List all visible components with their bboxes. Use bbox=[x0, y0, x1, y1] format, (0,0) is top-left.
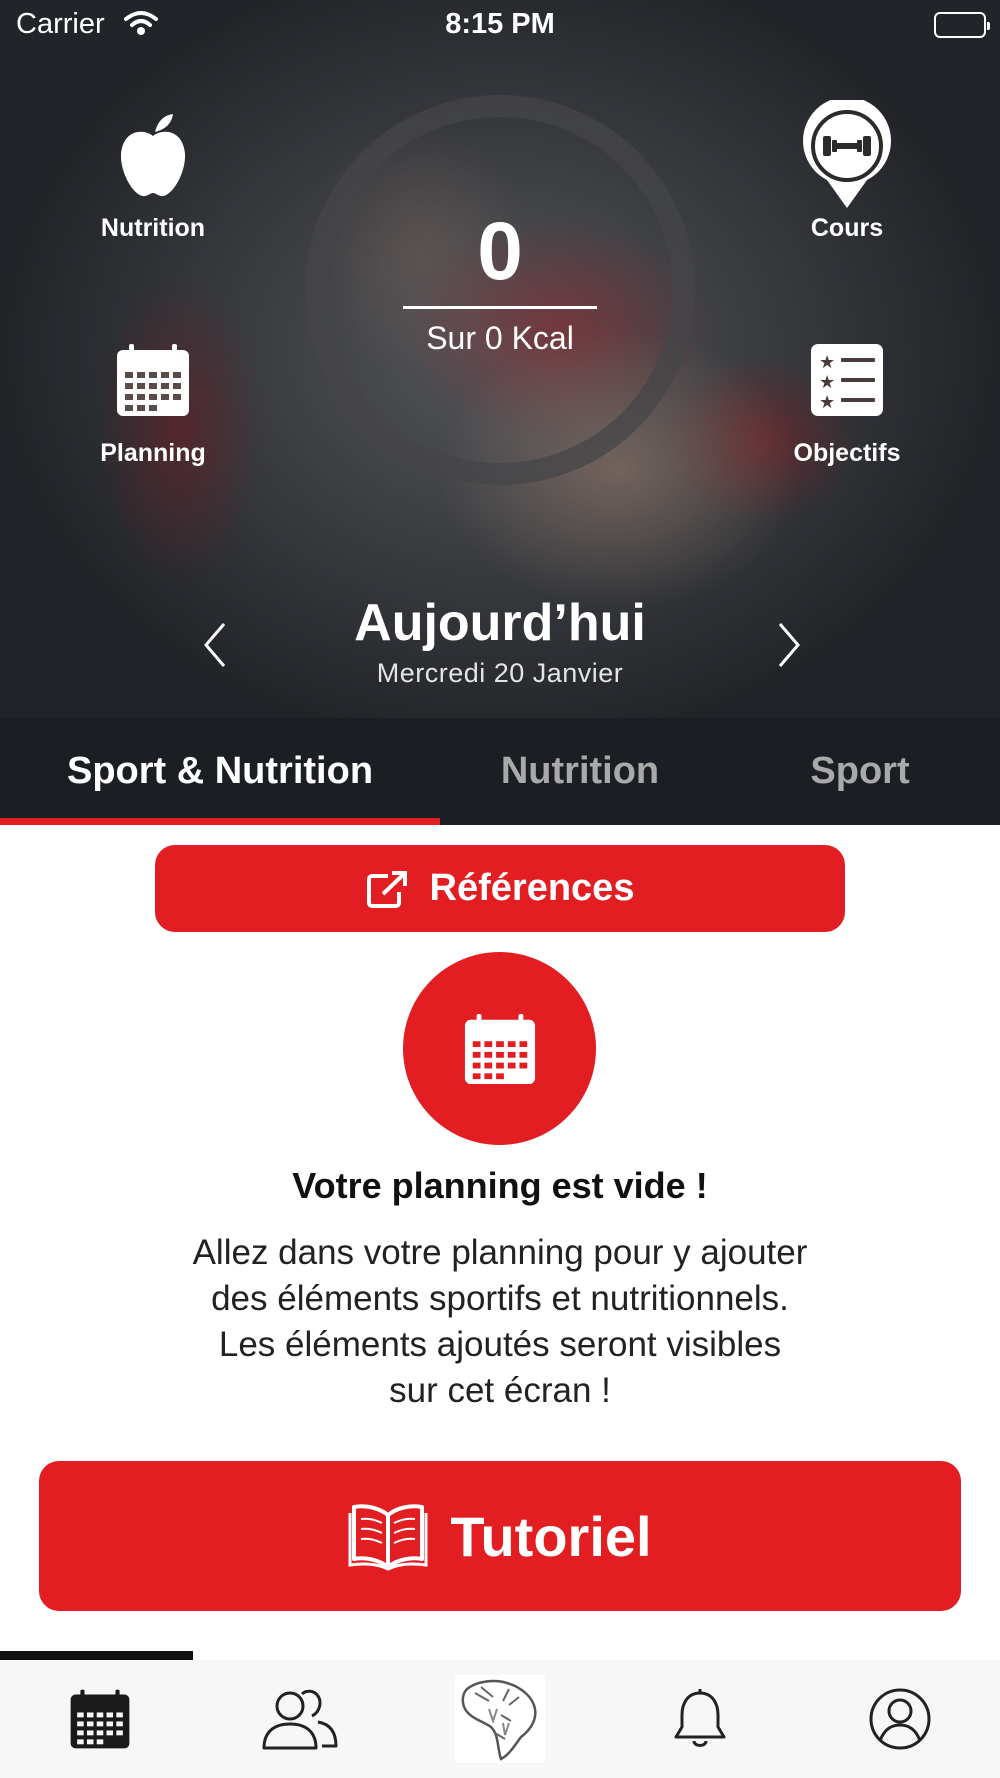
tutorial-button[interactable]: Tutoriel bbox=[39, 1461, 961, 1611]
external-link-icon bbox=[366, 870, 407, 908]
next-day-arrow-icon[interactable] bbox=[768, 620, 808, 670]
active-tab-indicator bbox=[0, 818, 440, 825]
shortcut-cours-label: Cours bbox=[810, 214, 884, 242]
shortcut-objectifs-label: Objectifs bbox=[793, 439, 901, 467]
calendar-icon bbox=[70, 1689, 130, 1749]
bell-icon bbox=[674, 1689, 726, 1747]
shortcut-cours[interactable]: Cours bbox=[767, 100, 927, 243]
kcal-target: Sur 0 Kcal bbox=[426, 320, 574, 356]
open-book-icon bbox=[348, 1504, 428, 1571]
shortcut-nutrition-label: Nutrition bbox=[100, 214, 206, 242]
shortcut-planning-label: Planning bbox=[100, 439, 206, 467]
tab-sport-nutrition[interactable]: Sport & Nutrition bbox=[0, 718, 440, 825]
tiger-logo-icon bbox=[455, 1675, 545, 1763]
bottom-nav bbox=[0, 1660, 1000, 1778]
empty-state-line: Allez dans votre planning pour y ajouter bbox=[192, 1233, 808, 1272]
empty-state-line: sur cet écran ! bbox=[389, 1371, 611, 1410]
tab-sport[interactable]: Sport bbox=[720, 718, 1000, 825]
calendar-icon bbox=[464, 1013, 535, 1084]
shortcut-objectifs[interactable]: ★ ★ ★ Objectifs bbox=[767, 325, 927, 468]
day-title: Aujourd’hui bbox=[354, 594, 646, 652]
dumbbell-pin-icon bbox=[767, 100, 927, 210]
tutorial-label: Tutoriel bbox=[450, 1504, 652, 1568]
kcal-divider bbox=[403, 306, 597, 309]
content-tabs: Sport & Nutrition Nutrition Sport bbox=[0, 718, 1000, 825]
status-bar: Carrier 8:15 PM bbox=[0, 0, 1000, 50]
star-list-icon: ★ ★ ★ bbox=[767, 325, 927, 435]
tab-nutrition[interactable]: Nutrition bbox=[440, 718, 720, 825]
references-button[interactable]: Références bbox=[155, 845, 845, 932]
clock: 8:15 PM bbox=[445, 8, 555, 40]
shortcut-nutrition[interactable]: Nutrition bbox=[73, 100, 233, 243]
empty-state-description: Allez dans votre planning pour y ajouter… bbox=[100, 1230, 900, 1414]
calendar-icon bbox=[73, 325, 233, 435]
references-label: Références bbox=[429, 867, 635, 909]
nav-home-logo[interactable] bbox=[400, 1660, 600, 1778]
battery-icon bbox=[934, 12, 990, 38]
empty-state-line: Les éléments ajoutés seront visibles bbox=[218, 1325, 782, 1364]
day-date: Mercredi 20 Janvier bbox=[376, 658, 624, 688]
profile-icon bbox=[869, 1688, 931, 1750]
bottom-nav-active-indicator bbox=[0, 1651, 193, 1660]
kcal-consumed: 0 bbox=[477, 206, 523, 297]
nav-community[interactable] bbox=[200, 1660, 400, 1778]
shortcut-planning[interactable]: Planning bbox=[73, 325, 233, 468]
community-icon bbox=[262, 1689, 338, 1750]
svg-text:★: ★ bbox=[819, 372, 835, 393]
svg-text:★: ★ bbox=[819, 352, 835, 373]
nav-planning[interactable] bbox=[0, 1660, 200, 1778]
empty-state-line: des éléments sportifs et nutritionnels. bbox=[211, 1279, 789, 1318]
svg-text:★: ★ bbox=[819, 392, 835, 413]
empty-state-badge bbox=[403, 952, 596, 1145]
nav-profile[interactable] bbox=[800, 1660, 1000, 1778]
apple-icon bbox=[73, 100, 233, 210]
nav-notifications[interactable] bbox=[600, 1660, 800, 1778]
empty-state-title: Votre planning est vide ! bbox=[292, 1165, 708, 1206]
